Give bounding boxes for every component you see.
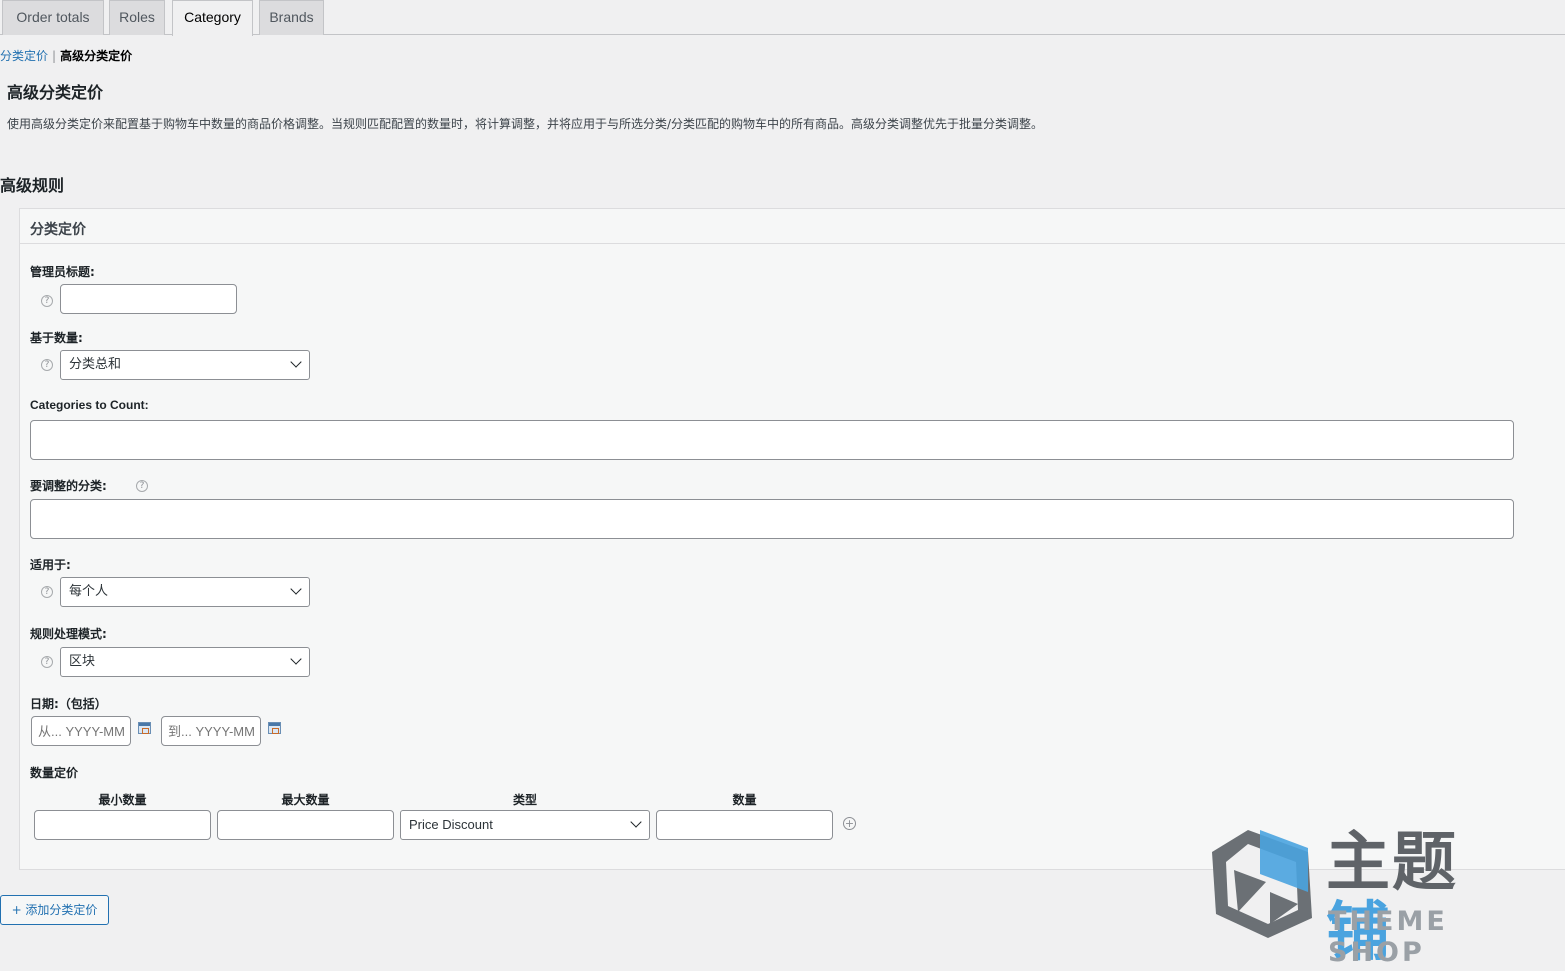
tab-bar: Order totals Roles Category Brands bbox=[0, 0, 1565, 36]
pricing-type-value: Price Discount bbox=[409, 817, 493, 832]
apply-to-label: 适用于: bbox=[30, 558, 71, 572]
column-type: 类型 bbox=[512, 793, 537, 807]
add-category-pricing-button[interactable]: + 添加分类定价 bbox=[0, 895, 109, 925]
categories-to-adjust-label: 要调整的分类: bbox=[30, 479, 107, 493]
apply-to-help-icon[interactable]: ? bbox=[41, 586, 53, 598]
breadcrumb-separator: | bbox=[52, 49, 57, 63]
date-to-input[interactable] bbox=[161, 716, 261, 746]
min-quantity-input[interactable] bbox=[34, 810, 211, 840]
rule-mode-help-icon[interactable]: ? bbox=[41, 656, 53, 668]
apply-to-select[interactable]: 每个人 bbox=[60, 577, 310, 607]
amount-input[interactable] bbox=[656, 810, 833, 840]
theme-shop-watermark: 主题 铺 THEME SHOP bbox=[1208, 820, 1548, 968]
tab-brands[interactable]: Brands bbox=[259, 0, 324, 35]
category-pricing-panel: 分类定价 管理员标题: ? 基于数量: ? 分类总和 Categories to… bbox=[19, 208, 1565, 870]
based-on-select[interactable]: 分类总和 bbox=[60, 350, 310, 380]
categories-to-adjust-input[interactable] bbox=[30, 499, 1514, 539]
rule-mode-label: 规则处理模式: bbox=[30, 627, 107, 641]
panel-divider bbox=[20, 243, 1565, 244]
based-on-help-icon[interactable]: ? bbox=[41, 359, 53, 371]
categories-to-count-label: Categories to Count: bbox=[30, 398, 149, 412]
rule-mode-select[interactable]: 区块 bbox=[60, 647, 310, 677]
calendar-icon[interactable] bbox=[268, 722, 281, 734]
chevron-down-icon bbox=[630, 816, 642, 828]
column-min-quantity: 最小数量 bbox=[98, 793, 147, 807]
tab-order-totals[interactable]: Order totals bbox=[2, 0, 104, 35]
panel-title: 分类定价 bbox=[30, 222, 86, 238]
column-max-quantity: 最大数量 bbox=[281, 793, 330, 807]
tab-category[interactable]: Category bbox=[172, 0, 253, 36]
based-on-value: 分类总和 bbox=[69, 357, 122, 372]
pricing-type-select[interactable]: Price Discount bbox=[400, 810, 650, 840]
chevron-down-icon bbox=[290, 356, 302, 368]
chevron-down-icon bbox=[290, 583, 302, 595]
apply-to-value: 每个人 bbox=[69, 584, 109, 599]
admin-title-label: 管理员标题: bbox=[30, 265, 95, 279]
tab-roles[interactable]: Roles bbox=[109, 0, 165, 35]
add-row-icon[interactable]: + bbox=[843, 817, 856, 830]
admin-title-help-icon[interactable]: ? bbox=[41, 295, 53, 307]
watermark-sub-text: THEME SHOP bbox=[1328, 906, 1448, 968]
breadcrumb: 分类定价 | 高级分类定价 bbox=[0, 48, 132, 64]
based-on-label: 基于数量: bbox=[30, 331, 83, 345]
watermark-logo-icon bbox=[1212, 830, 1312, 938]
categories-to-adjust-help-icon[interactable]: ? bbox=[136, 480, 148, 492]
chevron-down-icon bbox=[290, 653, 302, 665]
admin-title-input[interactable] bbox=[60, 284, 237, 314]
column-amount: 数量 bbox=[732, 793, 757, 807]
rule-mode-value: 区块 bbox=[69, 654, 96, 669]
breadcrumb-current: 高级分类定价 bbox=[60, 49, 133, 63]
calendar-icon[interactable] bbox=[138, 722, 151, 734]
date-from-input[interactable] bbox=[31, 716, 131, 746]
dates-label: 日期:（包括） bbox=[30, 697, 107, 711]
page-description: 使用高级分类定价来配置基于购物车中数量的商品价格调整。当规则匹配配置的数量时，将… bbox=[7, 117, 1044, 131]
quantity-pricing-label: 数量定价 bbox=[30, 766, 79, 780]
page-title: 高级分类定价 bbox=[7, 83, 104, 102]
section-title: 高级规则 bbox=[0, 176, 65, 195]
categories-to-count-input[interactable] bbox=[30, 420, 1514, 460]
max-quantity-input[interactable] bbox=[217, 810, 394, 840]
breadcrumb-link-category-pricing[interactable]: 分类定价 bbox=[0, 49, 48, 63]
